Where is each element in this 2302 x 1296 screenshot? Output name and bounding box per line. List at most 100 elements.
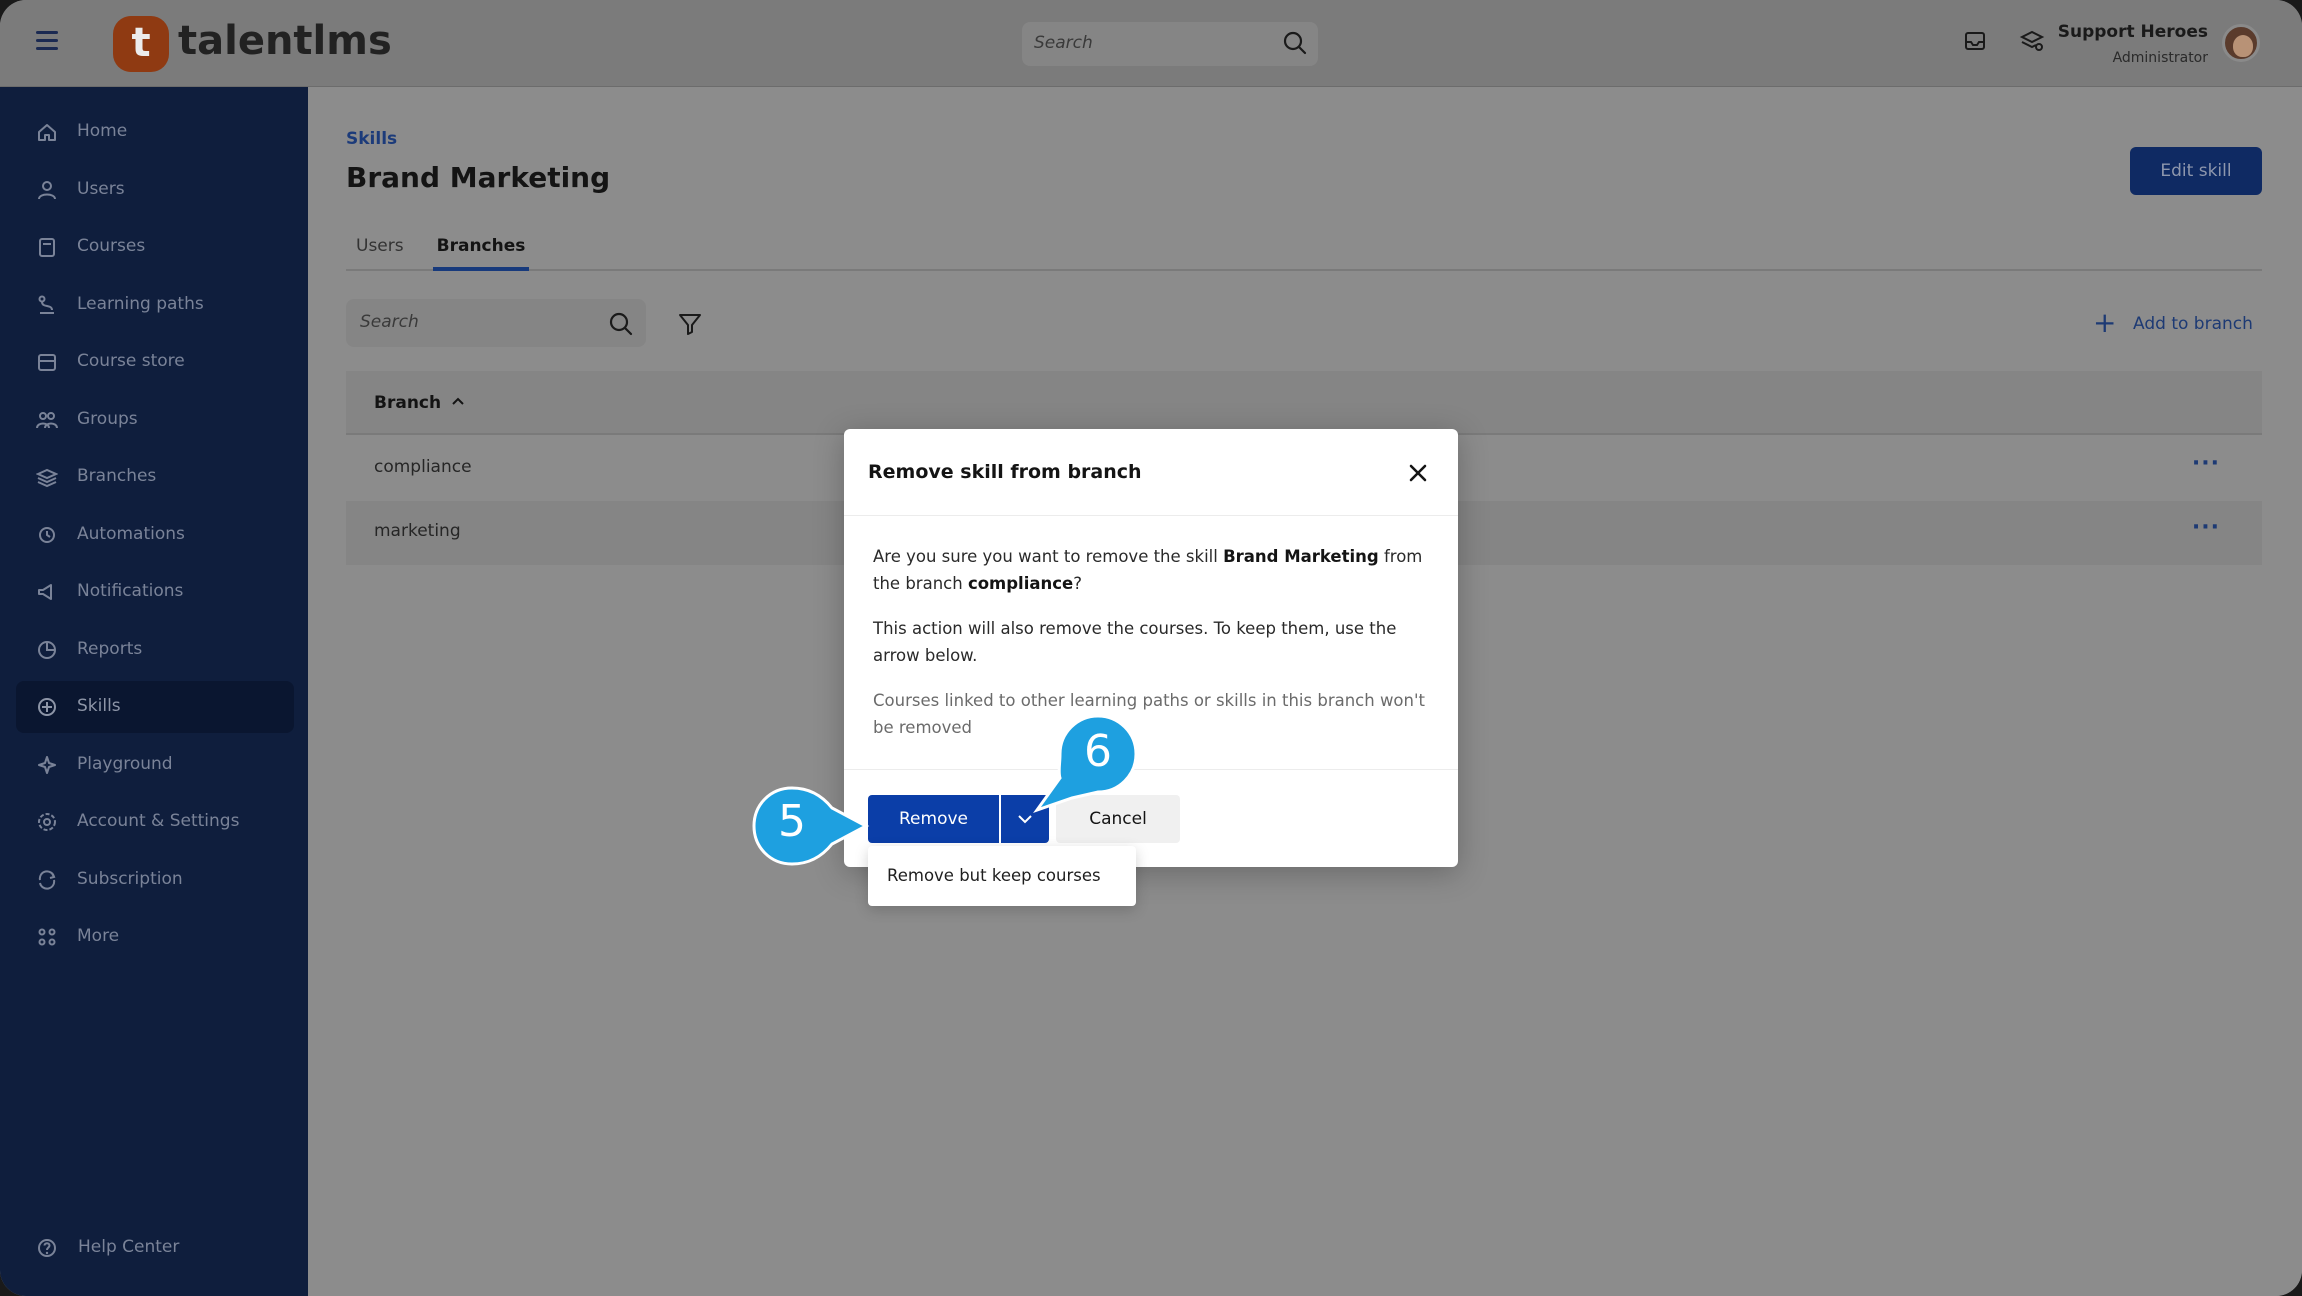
add-to-branch-label: Add to branch xyxy=(2133,314,2253,334)
sidebar-item-more[interactable]: More xyxy=(16,911,294,963)
path-icon xyxy=(38,295,54,314)
row-actions-icon[interactable]: ··· xyxy=(2192,451,2220,476)
branch-name-bold: compliance xyxy=(967,574,1074,593)
tab-bar: Users Branches xyxy=(346,225,2262,271)
remove-skill-dialog: Remove skill from branch Are you sure yo… xyxy=(844,429,1458,867)
close-icon[interactable] xyxy=(1408,463,1428,483)
edit-skill-button[interactable]: Edit skill xyxy=(2130,147,2262,195)
search-icon[interactable] xyxy=(1282,30,1308,56)
help-center-label: Help Center xyxy=(78,1237,180,1257)
sidebar-item-label: Users xyxy=(77,178,125,199)
sidebar-item-reports[interactable]: Reports xyxy=(16,624,294,676)
global-search-input[interactable]: Search xyxy=(1022,22,1318,66)
branch-name[interactable]: compliance xyxy=(374,457,472,477)
filter-icon[interactable] xyxy=(677,311,703,337)
column-branch[interactable]: Branch xyxy=(374,393,441,413)
step-6-callout: 6 xyxy=(1032,712,1144,814)
remove-button[interactable]: Remove xyxy=(868,795,999,843)
sidebar-item-subscription[interactable]: Subscription xyxy=(16,854,294,906)
skills-icon xyxy=(38,698,56,716)
automation-icon xyxy=(39,526,55,543)
remove-keep-courses-option[interactable]: Remove but keep courses xyxy=(887,866,1101,885)
page-title: Brand Marketing xyxy=(346,161,611,194)
gear-icon xyxy=(38,813,56,831)
sidebar-item-label: Subscription xyxy=(77,868,183,889)
role-switch-icon[interactable] xyxy=(2019,28,2045,54)
remove-options-menu: Remove but keep courses xyxy=(868,846,1136,906)
sparkle-icon xyxy=(38,755,56,774)
tab-branches[interactable]: Branches xyxy=(433,225,529,271)
user-role: Administrator xyxy=(2112,50,2208,66)
brand-name: talentlms xyxy=(178,18,392,64)
dialog-title: Remove skill from branch xyxy=(868,461,1142,483)
global-search-placeholder: Search xyxy=(1034,33,1093,53)
home-icon xyxy=(38,124,56,141)
sidebar-item-label: Groups xyxy=(77,408,138,429)
sidebar-item-groups[interactable]: Groups xyxy=(16,394,294,446)
sidebar-item-label: Account & Settings xyxy=(77,811,240,831)
app-window: t talentlms Search Support Heroes Admini… xyxy=(0,0,2302,1296)
help-icon xyxy=(38,1239,56,1257)
subscription-icon xyxy=(38,869,56,890)
sidebar-item-automations[interactable]: Automations xyxy=(16,509,294,561)
sidebar-item-label: Learning paths xyxy=(77,293,204,314)
brand-logo-icon: t xyxy=(113,16,169,72)
top-header: t talentlms Search Support Heroes Admini… xyxy=(0,0,2302,87)
sidebar-item-learning-paths[interactable]: Learning paths xyxy=(16,279,294,331)
dialog-divider xyxy=(844,769,1458,770)
step-5-number: 5 xyxy=(778,796,806,847)
step-5-callout: 5 xyxy=(752,784,872,868)
sidebar-item-label: Home xyxy=(77,121,128,141)
inbox-icon[interactable] xyxy=(1962,28,1988,54)
sidebar-item-account-settings[interactable]: Account & Settings xyxy=(16,796,294,848)
search-icon[interactable] xyxy=(608,311,634,337)
sidebar-item-label: Courses xyxy=(77,236,146,256)
table-header: Branch xyxy=(346,371,2262,435)
sidebar-item-users[interactable]: Users xyxy=(16,164,294,216)
help-center-link[interactable]: Help Center xyxy=(16,1222,294,1274)
groups-icon xyxy=(36,411,58,428)
branch-search-placeholder: Search xyxy=(360,312,419,332)
plus-icon: + xyxy=(2093,306,2117,339)
courses-warning: This action will also remove the courses… xyxy=(873,619,1397,665)
sidebar-item-courses[interactable]: Courses xyxy=(16,221,294,273)
callout-bubble-icon xyxy=(752,786,870,866)
store-icon xyxy=(38,354,56,371)
sidebar-item-label: Branches xyxy=(77,466,157,486)
sidebar-item-skills[interactable]: Skills xyxy=(16,681,294,733)
sidebar-item-home[interactable]: Home xyxy=(16,106,294,158)
sidebar-item-branches[interactable]: Branches xyxy=(16,451,294,503)
sidebar-item-label: Notifications xyxy=(77,581,184,601)
row-actions-icon[interactable]: ··· xyxy=(2192,515,2220,540)
sort-ascending-icon[interactable] xyxy=(450,393,466,409)
sidebar-item-label: Course store xyxy=(77,351,185,371)
tab-users[interactable]: Users xyxy=(356,225,404,271)
sidebar: Home Users Courses Learning paths Course sto… xyxy=(0,87,308,1296)
sidebar-item-label: More xyxy=(77,926,120,946)
step-6-number: 6 xyxy=(1084,726,1112,777)
sidebar-item-course-store[interactable]: Course store xyxy=(16,336,294,388)
branch-name[interactable]: marketing xyxy=(374,521,461,541)
skill-name: Brand Marketing xyxy=(1223,547,1379,566)
sidebar-item-notifications[interactable]: Notifications xyxy=(16,566,294,618)
courses-note: Courses linked to other learning paths o… xyxy=(873,691,1425,737)
dialog-divider xyxy=(844,515,1458,516)
sidebar-item-label: Skills xyxy=(77,696,121,716)
confirm-message: Are you sure you want to remove the skil… xyxy=(873,547,1423,593)
user-icon xyxy=(38,180,56,199)
chevron-down-icon xyxy=(1018,815,1032,824)
sidebar-item-label: Playground xyxy=(77,753,173,774)
breadcrumb[interactable]: Skills xyxy=(346,129,397,149)
book-icon xyxy=(39,238,55,257)
dialog-body: Are you sure you want to remove the skil… xyxy=(873,543,1429,759)
sidebar-item-label: Reports xyxy=(77,638,143,659)
user-name[interactable]: Support Heroes xyxy=(2058,22,2208,42)
menu-icon[interactable] xyxy=(36,31,58,53)
sidebar-item-playground[interactable]: Playground xyxy=(16,739,294,791)
chart-pie-icon xyxy=(38,640,56,659)
megaphone-icon xyxy=(38,584,52,600)
layers-icon xyxy=(36,468,58,488)
branch-search-input[interactable]: Search xyxy=(346,299,646,347)
avatar[interactable] xyxy=(2222,24,2260,62)
grid-icon xyxy=(38,928,56,946)
